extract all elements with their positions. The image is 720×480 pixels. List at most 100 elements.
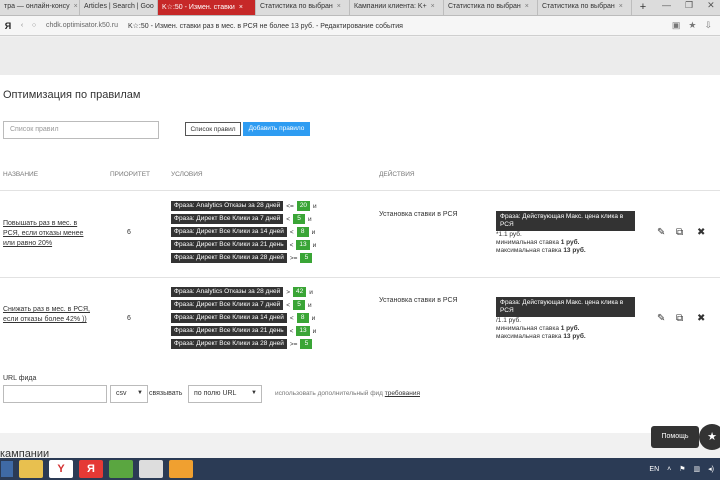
column-header-conditions: УСЛОВИЯ <box>171 171 203 178</box>
help-star-icon[interactable]: ★ <box>699 424 720 450</box>
min-bid-value: 1 руб. <box>560 325 580 332</box>
yandex-browser-icon[interactable]: Y <box>49 460 73 478</box>
browser-tab[interactable]: Articles | Search | Goo× <box>80 0 158 15</box>
condition-row: Фраза: Analytics Отказы за 28 дней >42 и <box>171 287 313 297</box>
feed-url-input[interactable] <box>3 385 107 403</box>
browser-tab[interactable]: Статистика по выбран × <box>256 0 350 15</box>
tab-label: K☆:50 - Измен. ставки <box>162 4 235 11</box>
close-icon[interactable]: × <box>431 3 435 10</box>
condition-join: и <box>312 241 317 249</box>
browser-tab[interactable]: Статистика по выбран × <box>444 0 538 15</box>
requirements-link[interactable]: требования <box>385 390 420 397</box>
page-title: Оптимизация по правилам <box>3 89 141 101</box>
close-icon[interactable]: × <box>619 3 623 10</box>
condition-join: и <box>311 228 316 236</box>
delete-icon[interactable]: ✖ <box>697 313 705 324</box>
condition-value-badge: 5 <box>300 253 313 263</box>
delete-icon[interactable]: ✖ <box>697 227 705 238</box>
app-arrow-icon[interactable] <box>109 460 133 478</box>
chevron-up-icon[interactable]: ˄ <box>667 466 671 473</box>
minimize-icon[interactable]: — <box>662 0 671 15</box>
url-host[interactable]: chdk.optimisator.k50.ru <box>46 22 118 29</box>
rule-name-link[interactable]: Повышать раз в мес. в РСЯ, если отказы м… <box>3 219 93 249</box>
tab-label: Статистика по выбран <box>448 3 521 10</box>
condition-operator: < <box>289 314 294 322</box>
condition-metric-badge: Фраза: Директ Все Клики за 28 дней <box>171 339 287 349</box>
feed-format-select[interactable]: csv ▼ <box>110 385 148 403</box>
help-button[interactable]: Помощь <box>651 426 699 448</box>
top-gray-band <box>0 37 720 75</box>
column-header-priority: ПРИОРИТЕТ <box>110 171 151 178</box>
condition-operator: >= <box>289 340 298 348</box>
restore-icon[interactable]: ❐ <box>685 0 693 15</box>
condition-metric-badge: Фраза: Директ Все Клики за 14 дней <box>171 313 287 323</box>
rule-action: Установка ставки в РСЯ <box>379 211 458 218</box>
extra-feed-text: использовать дополнительный фид <box>275 390 383 397</box>
tab-label: Кампании клиента: K+ <box>354 3 427 10</box>
max-bid-value: 13 руб. <box>563 333 586 340</box>
column-header-name: НАЗВАНИЕ <box>3 171 39 178</box>
volume-icon[interactable]: ◂) <box>708 465 714 473</box>
chevron-down-icon: ▼ <box>137 390 143 396</box>
rule-name-link[interactable]: Снижать раз в мес. в РСЯ, если отказы бо… <box>3 305 93 325</box>
close-window-icon[interactable]: ✕ <box>707 0 715 15</box>
close-icon[interactable]: × <box>337 3 341 10</box>
copy-icon[interactable]: ⧉ <box>676 313 683 324</box>
start-button[interactable] <box>1 461 13 477</box>
tab-label: Статистика по выбран <box>260 3 333 10</box>
browser-tab[interactable]: Статистика по выбран × <box>538 0 632 15</box>
condition-operator: > <box>286 288 291 296</box>
condition-join: и <box>308 301 312 309</box>
condition-row: Фраза: Директ Все Клики за 28 дней >= 5 <box>171 339 313 349</box>
extra-feed-note: использовать дополнительный фид требован… <box>275 390 420 397</box>
condition-metric-badge: Фраза: Analytics Отказы за 28 дней <box>171 287 284 297</box>
back-arrow-icon[interactable]: ‹ <box>16 22 28 29</box>
browser-tab[interactable]: Кампании клиента: K+ × <box>350 0 444 15</box>
calculator-icon[interactable] <box>139 460 163 478</box>
condition-operator: < <box>286 215 291 223</box>
window-controls: — ❐ ✕ <box>654 0 720 15</box>
browser-tab[interactable]: тра — онлайн-консу × <box>0 0 80 15</box>
condition-operator: <= <box>286 202 294 210</box>
condition-value-badge: 13 <box>296 240 310 250</box>
download-icon[interactable]: ⇩ <box>704 20 712 31</box>
flag-icon[interactable]: ⚑ <box>679 465 685 473</box>
edit-icon[interactable]: ✎ <box>657 313 665 324</box>
rules-search-input[interactable]: Список правил <box>3 121 159 139</box>
file-explorer-icon[interactable] <box>19 460 43 478</box>
add-rule-button[interactable]: Добавить правило <box>243 122 310 136</box>
header-divider <box>0 190 720 191</box>
network-icon[interactable]: ▥ <box>694 465 701 473</box>
yandex-icon[interactable]: Я <box>79 460 103 478</box>
condition-join: и <box>311 314 316 322</box>
condition-join: и <box>313 202 317 210</box>
browser-tab-active[interactable]: K☆:50 - Измен. ставки × <box>158 0 256 15</box>
condition-value-badge: 5 <box>293 214 306 224</box>
condition-row: Фраза: Директ Все Клики за 21 день <13 и <box>171 326 316 336</box>
chevron-down-icon: ▼ <box>251 390 257 396</box>
min-bid-line: минимальная ставка 1 руб. <box>496 239 580 247</box>
outlook-icon[interactable] <box>169 460 193 478</box>
close-icon[interactable]: × <box>525 3 529 10</box>
reader-icon[interactable]: ▣ <box>672 20 681 31</box>
bookmark-star-icon[interactable]: ★ <box>688 20 696 31</box>
close-icon[interactable]: × <box>239 4 243 11</box>
edit-icon[interactable]: ✎ <box>657 227 665 238</box>
condition-value-badge: 13 <box>296 326 310 336</box>
feed-url-label: URL фида <box>3 375 37 382</box>
row-divider <box>0 277 720 278</box>
yandex-logo-icon[interactable]: Я <box>0 21 16 31</box>
url-page-title[interactable]: K☆:50 - Измен. ставки раз в мес. в РСЯ н… <box>128 22 403 30</box>
copy-icon[interactable]: ⧉ <box>676 227 683 238</box>
close-icon[interactable]: × <box>74 3 78 10</box>
bind-field-select[interactable]: по полю URL ▼ <box>188 385 262 403</box>
address-bar[interactable]: Я ‹ ○ chdk.optimisator.k50.ru K☆:50 - Из… <box>0 16 720 36</box>
condition-value-badge: 5 <box>300 339 313 349</box>
rule-action: Установка ставки в РСЯ <box>379 297 458 304</box>
rules-list-button[interactable]: Список правил <box>185 122 241 136</box>
min-bid-label: минимальная ставка <box>496 239 559 246</box>
language-indicator[interactable]: EN <box>649 466 659 473</box>
new-tab-button[interactable]: + <box>632 0 654 15</box>
tab-label: Статистика по выбран <box>542 3 615 10</box>
condition-value-badge: 8 <box>296 313 309 323</box>
